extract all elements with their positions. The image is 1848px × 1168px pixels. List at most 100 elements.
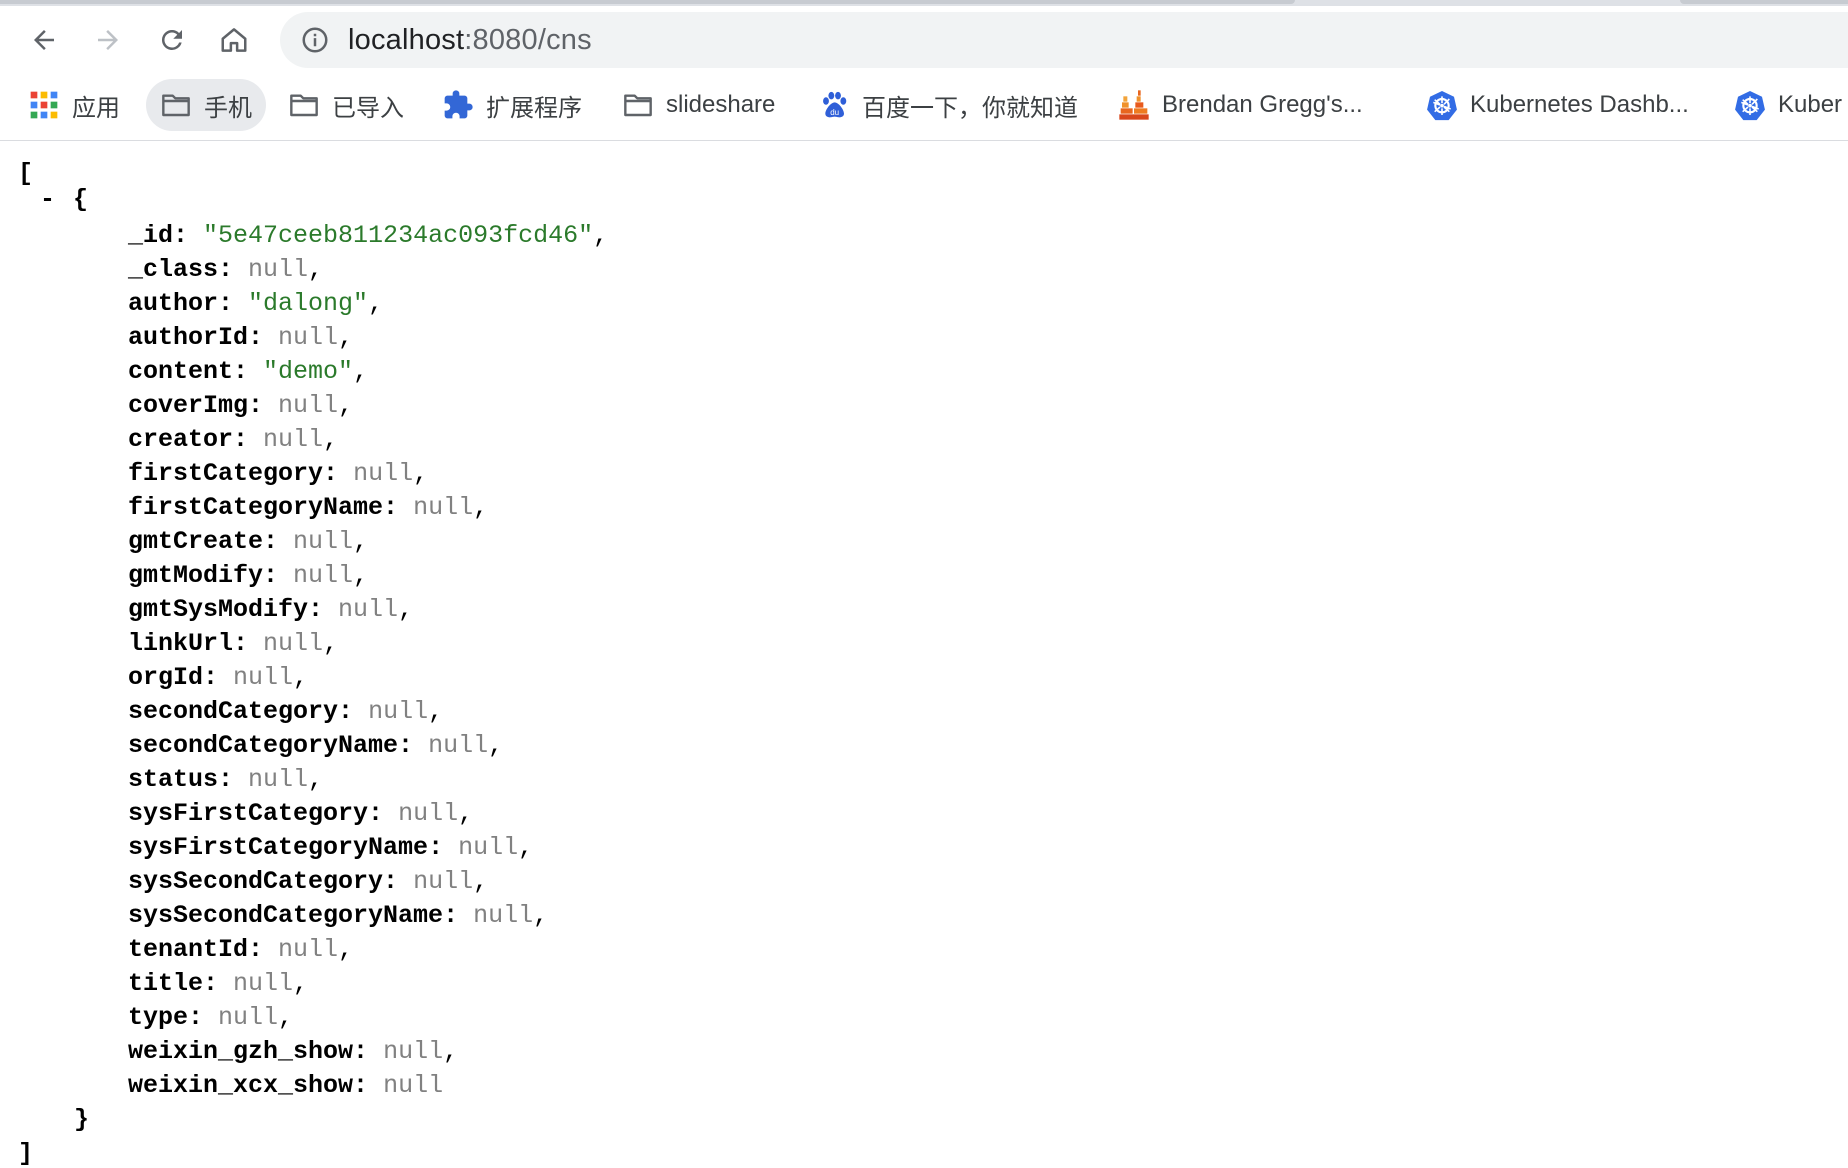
collapse-toggle[interactable]: - xyxy=(40,185,55,214)
json-key: coverImg xyxy=(128,391,249,420)
json-key: firstCategory xyxy=(128,459,324,488)
json-comma: , xyxy=(353,357,369,386)
json-key: gmtCreate xyxy=(128,527,264,556)
json-key: weixin_xcx_show xyxy=(128,1071,354,1100)
json-key: _class xyxy=(128,255,219,284)
bookmark-folder-imported[interactable]: 已导入 xyxy=(274,79,418,131)
json-colon: : xyxy=(233,629,264,658)
reload-icon xyxy=(161,29,182,50)
json-key: _id xyxy=(128,221,174,250)
json-colon: : xyxy=(188,1003,219,1032)
json-colon: : xyxy=(323,459,354,488)
json-colon: : xyxy=(203,663,234,692)
bookmark-folder-slideshare[interactable]: slideshare xyxy=(608,79,789,131)
json-comma: , xyxy=(458,799,474,828)
json-value: null xyxy=(473,901,534,930)
json-comma: , xyxy=(473,493,489,522)
json-colon: : xyxy=(218,765,249,794)
json-entry: weixin_xcx_show: null xyxy=(128,1069,443,1103)
json-entry: linkUrl: null, xyxy=(128,627,338,661)
folder-icon xyxy=(290,94,318,117)
json-colon: : xyxy=(443,901,474,930)
json-entry: creator: null, xyxy=(128,423,338,457)
json-entry: firstCategoryName: null, xyxy=(128,491,488,525)
object-header: -{ xyxy=(40,185,88,214)
json-key: sysSecondCategory xyxy=(128,867,384,896)
json-key: gmtSysModify xyxy=(128,595,309,624)
json-colon: : xyxy=(248,323,279,352)
apps-grid-icon xyxy=(30,91,58,119)
json-value: null xyxy=(263,629,324,658)
json-entry: firstCategory: null, xyxy=(128,457,428,491)
json-colon: : xyxy=(248,391,279,420)
arrow-left-icon xyxy=(34,30,54,50)
json-entry: _id: "5e47ceeb811234ac093fcd46", xyxy=(128,219,608,253)
json-value: null xyxy=(263,425,324,454)
json-value: null xyxy=(293,561,354,590)
info-icon[interactable] xyxy=(300,25,330,55)
bookmark-baidu[interactable]: du 百度一下，你就知道 xyxy=(804,79,1092,131)
json-colon: : xyxy=(263,561,294,590)
back-button[interactable] xyxy=(22,18,66,62)
bookmarks-bar: 应用 手机 已导入 扩展程序 slideshare du 百度一下，你就知道 B… xyxy=(0,74,1848,141)
json-key: creator xyxy=(128,425,234,454)
json-entry: coverImg: null, xyxy=(128,389,353,423)
json-entry: sysSecondCategoryName: null, xyxy=(128,899,548,933)
bookmark-label: Brendan Gregg's... xyxy=(1162,91,1363,118)
active-tab-edge xyxy=(0,0,1295,4)
bookmark-kubernetes-dashboard[interactable]: Kubernetes Dashb... xyxy=(1412,79,1703,131)
json-colon: : xyxy=(398,731,429,760)
json-comma: , xyxy=(413,459,429,488)
bookmark-extensions[interactable]: 扩展程序 xyxy=(428,79,596,131)
bookmark-apps[interactable]: 应用 xyxy=(14,79,134,131)
json-key: linkUrl xyxy=(128,629,234,658)
json-value: null xyxy=(248,255,309,284)
json-comma: , xyxy=(353,527,369,556)
object-open-brace: { xyxy=(73,185,89,214)
bookmark-brendan-gregg[interactable]: Brendan Gregg's... xyxy=(1104,79,1377,131)
json-entry: orgId: null, xyxy=(128,661,308,695)
json-colon: : xyxy=(173,221,204,250)
bookmark-label: Kubernetes Dashb... xyxy=(1470,91,1689,118)
json-comma: , xyxy=(473,867,489,896)
reload-button[interactable] xyxy=(150,18,194,62)
json-value: null xyxy=(383,1071,444,1100)
json-entry: tenantId: null, xyxy=(128,933,353,967)
bookmark-label: 应用 xyxy=(72,94,120,122)
json-value: null xyxy=(278,935,339,964)
url-text[interactable]: localhost:8080/cns xyxy=(348,24,592,57)
json-colon: : xyxy=(308,595,339,624)
json-key: firstCategoryName xyxy=(128,493,384,522)
forward-button[interactable] xyxy=(86,18,130,62)
json-entry: sysFirstCategory: null, xyxy=(128,797,473,831)
json-value: null xyxy=(353,459,414,488)
bookmark-label: 已导入 xyxy=(332,94,404,122)
bookmark-label: 扩展程序 xyxy=(486,94,582,122)
json-entry: authorId: null, xyxy=(128,321,353,355)
home-button[interactable] xyxy=(212,18,256,62)
home-icon xyxy=(221,28,247,52)
json-value: null xyxy=(233,663,294,692)
json-key: status xyxy=(128,765,219,794)
arrow-right-icon xyxy=(98,30,118,50)
json-colon: : xyxy=(383,493,414,522)
json-key: secondCategory xyxy=(128,697,339,726)
browser-toolbar: localhost:8080/cns xyxy=(0,6,1848,74)
tab-edge xyxy=(1680,0,1848,4)
json-key: gmtModify xyxy=(128,561,264,590)
json-comma: , xyxy=(338,391,354,420)
json-comma: , xyxy=(308,255,324,284)
json-entry: type: null, xyxy=(128,1001,293,1035)
json-key: authorId xyxy=(128,323,249,352)
bookmark-folder-phone[interactable]: 手机 xyxy=(146,79,266,131)
json-comma: , xyxy=(293,663,309,692)
json-colon: : xyxy=(263,527,294,556)
json-comma: , xyxy=(323,425,339,454)
address-bar[interactable]: localhost:8080/cns xyxy=(280,12,1848,68)
json-key: tenantId xyxy=(128,935,249,964)
json-entry: content: "demo", xyxy=(128,355,368,389)
json-value: null xyxy=(248,765,309,794)
bookmark-kubernetes-2[interactable]: Kuber xyxy=(1720,79,1848,131)
json-value: null xyxy=(383,1037,444,1066)
json-value: null xyxy=(428,731,489,760)
